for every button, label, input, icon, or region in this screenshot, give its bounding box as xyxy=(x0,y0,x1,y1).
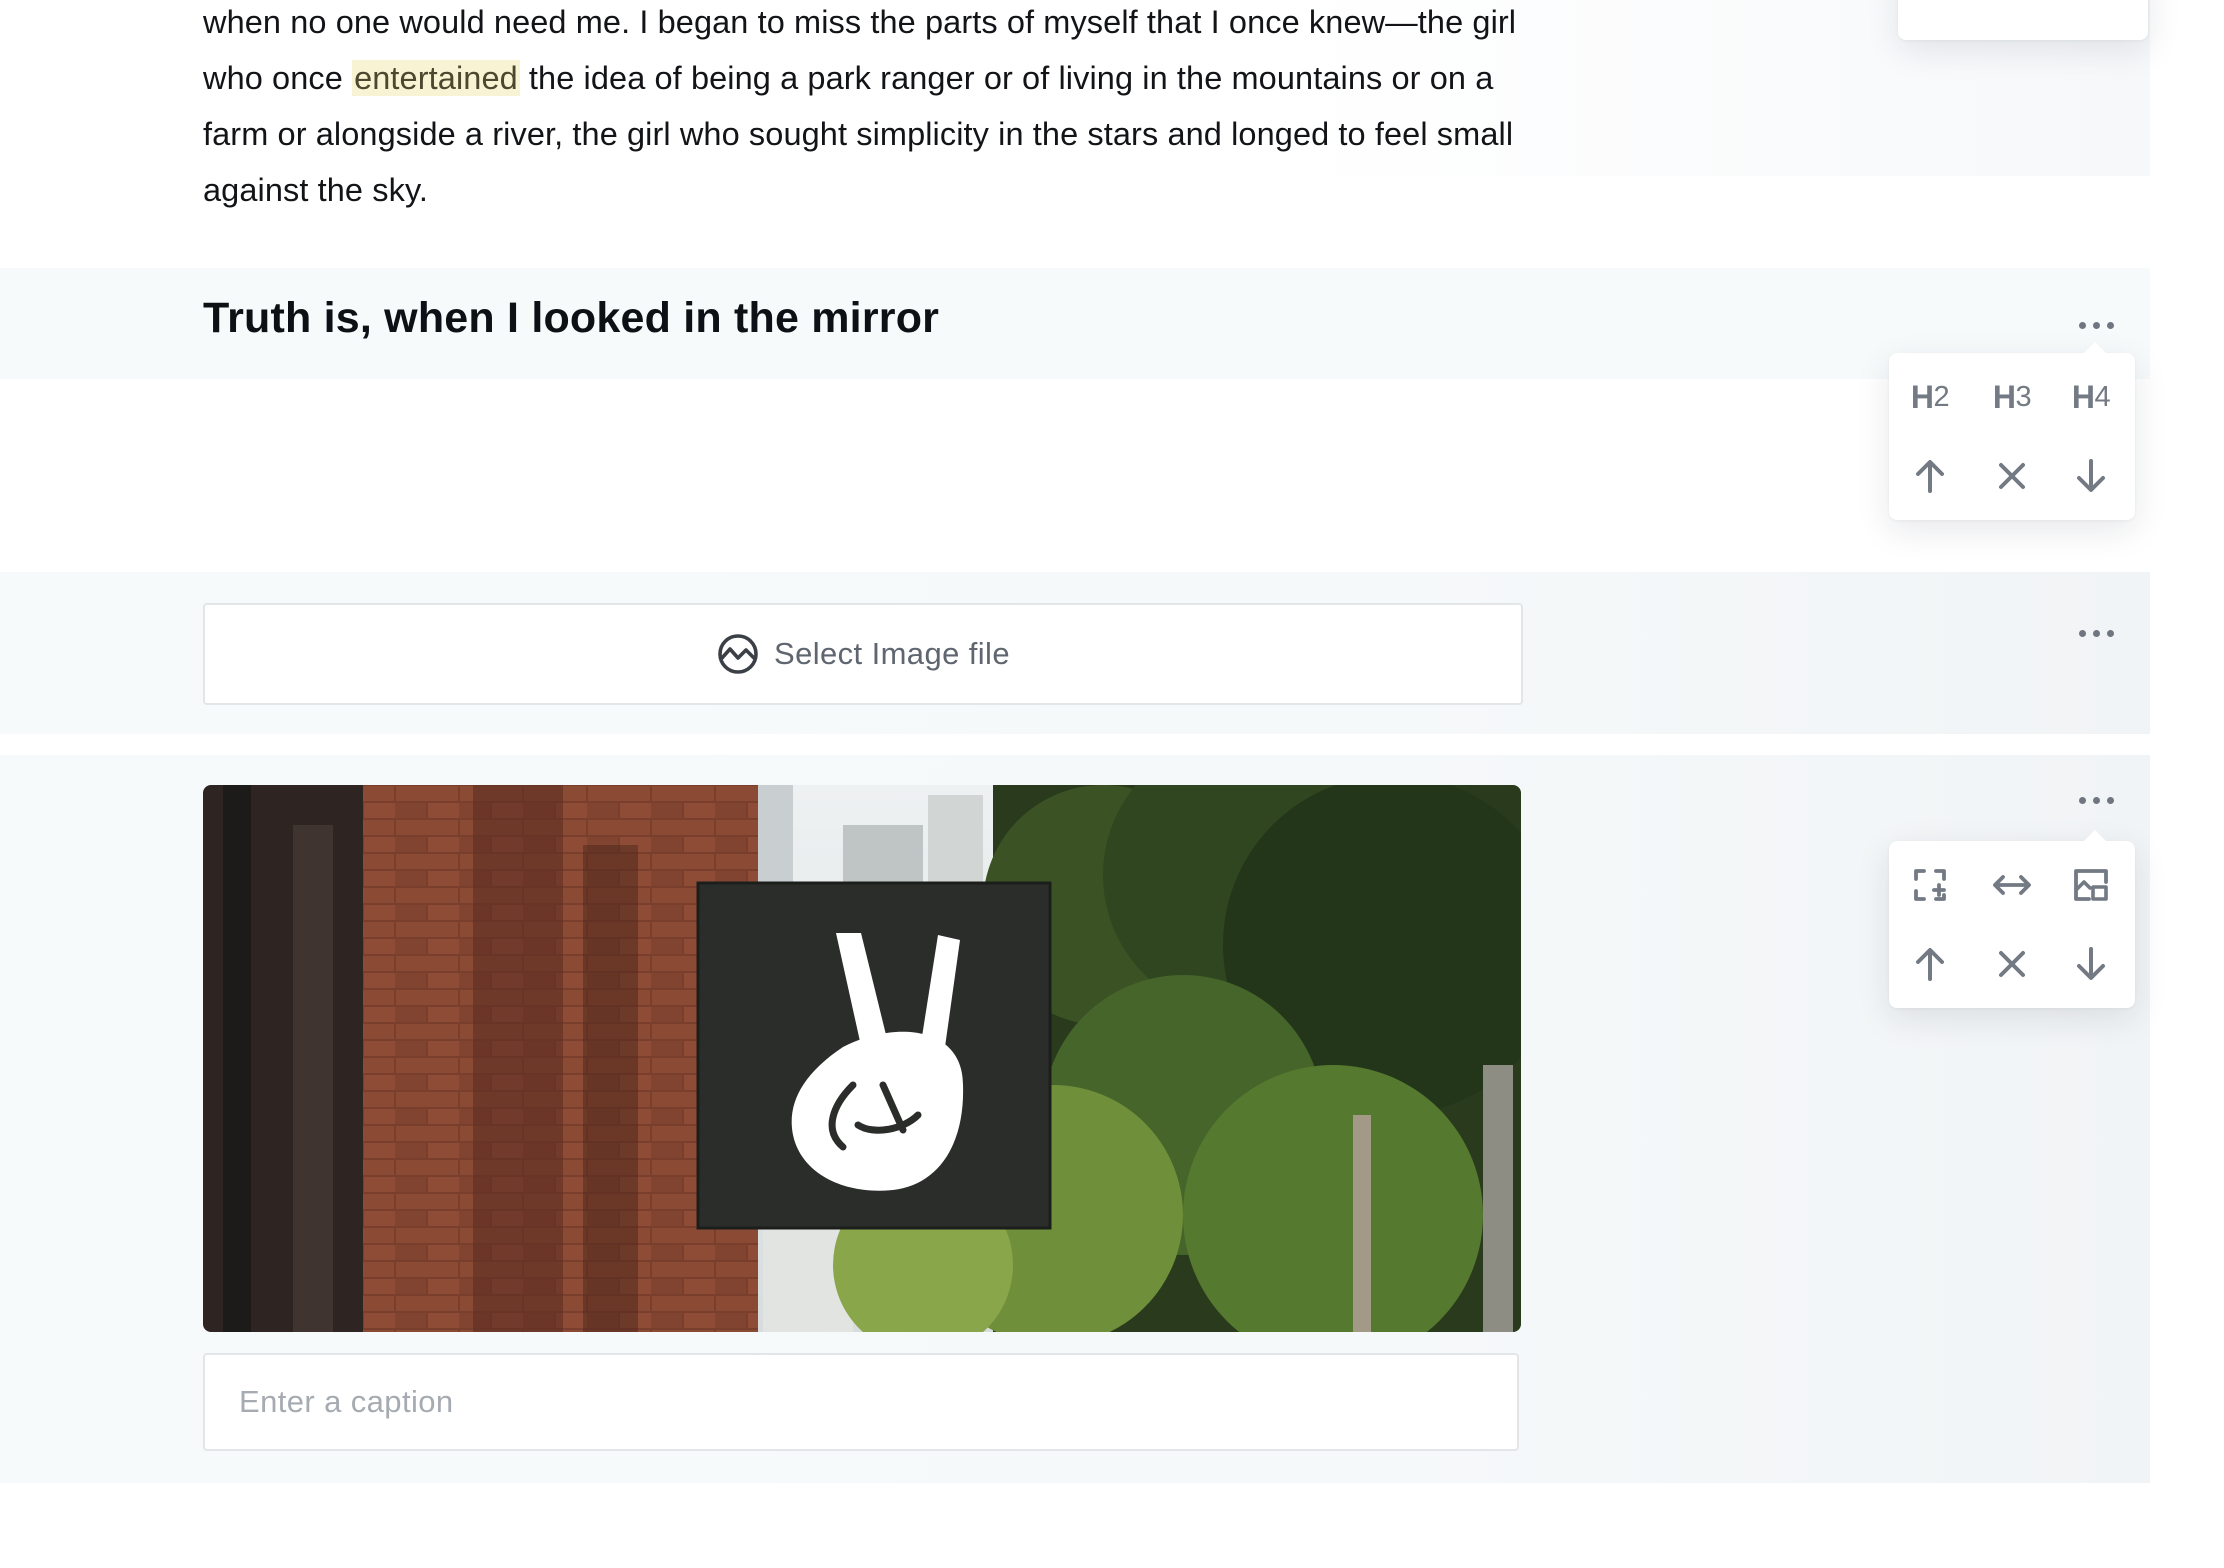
select-image-button[interactable]: Select Image file xyxy=(203,603,1523,705)
arrow-down-icon xyxy=(2077,947,2105,980)
close-icon xyxy=(1999,951,2025,977)
more-dots-icon xyxy=(2078,629,2086,637)
heading-h3-button[interactable]: H3 xyxy=(1979,367,2045,427)
close-icon xyxy=(1999,463,2025,489)
move-down-button[interactable] xyxy=(2070,0,2136,12)
image-icon xyxy=(718,634,758,674)
paragraph-block-menu xyxy=(1898,0,2148,40)
remove-block-button[interactable] xyxy=(1979,446,2045,506)
heading-block-menu: H2 H3 H4 xyxy=(1889,342,2135,520)
paragraph-block: when no one would need me. I began to mi… xyxy=(0,0,2150,208)
upload-more-button[interactable] xyxy=(2066,619,2126,647)
heading-h4-button[interactable]: H4 xyxy=(2058,367,2124,427)
heading-text[interactable]: Truth is, when I looked in the mirror xyxy=(203,294,939,343)
wrap-image-button[interactable] xyxy=(2058,855,2124,915)
image-block-menu xyxy=(1889,830,2135,1008)
caption-input[interactable] xyxy=(203,1353,1519,1451)
more-dots-icon xyxy=(2078,321,2086,329)
horizontal-arrows-icon xyxy=(1993,875,2031,895)
image-upload-block: Select Image file xyxy=(0,572,2150,734)
image-wrap-icon xyxy=(2074,869,2108,901)
full-width-button[interactable] xyxy=(1897,855,1963,915)
peace-sign-photo xyxy=(203,785,1521,1332)
select-image-label: Select Image file xyxy=(774,636,1010,671)
arrow-up-icon xyxy=(1916,460,1944,493)
more-dots-icon xyxy=(2078,796,2086,804)
editor-canvas: when no one would need me. I began to mi… xyxy=(0,0,2224,1568)
arrow-down-icon xyxy=(2077,459,2105,492)
paragraph-text[interactable]: when no one would need me. I began to mi… xyxy=(203,0,1533,218)
image-more-button[interactable] xyxy=(2066,786,2126,814)
move-up-button[interactable] xyxy=(1910,0,1976,12)
wide-width-button[interactable] xyxy=(1979,855,2045,915)
highlighted-word[interactable]: entertained xyxy=(352,60,520,96)
heading-block: Truth is, when I looked in the mirror xyxy=(0,268,2150,379)
heading-h2-button[interactable]: H2 xyxy=(1897,367,1963,427)
image-preview[interactable] xyxy=(203,785,1521,1332)
move-down-button[interactable] xyxy=(2058,934,2124,994)
remove-block-button[interactable] xyxy=(1990,0,2056,12)
expand-width-icon xyxy=(1914,869,1946,901)
image-block xyxy=(0,755,2150,1483)
heading-more-button[interactable] xyxy=(2066,311,2126,339)
remove-block-button[interactable] xyxy=(1979,934,2045,994)
move-down-button[interactable] xyxy=(2058,446,2124,506)
move-up-button[interactable] xyxy=(1897,446,1963,506)
arrow-up-icon xyxy=(1916,948,1944,981)
move-up-button[interactable] xyxy=(1897,934,1963,994)
